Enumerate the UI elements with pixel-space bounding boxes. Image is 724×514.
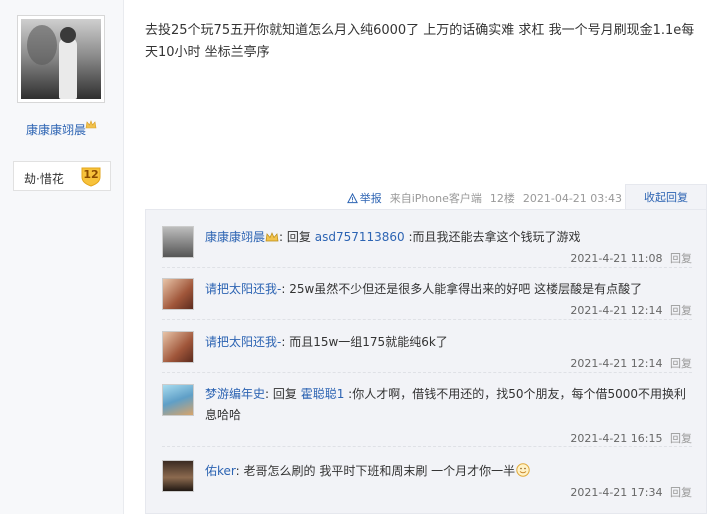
- reply-meta: 2021-4-21 12:14 回复: [570, 355, 692, 371]
- reply-divider: [162, 319, 692, 320]
- reply-panel: 康康康翊晨: 回复 asd757113860 :而且我还能去拿这个钱玩了游戏 2…: [145, 209, 707, 514]
- reply-body: 康康康翊晨: 回复 asd757113860 :而且我还能去拿这个钱玩了游戏: [205, 230, 581, 244]
- reply-avatar[interactable]: [162, 331, 194, 363]
- reply-meta: 2021-4-21 17:34 回复: [570, 484, 692, 500]
- reply-button[interactable]: 回复: [670, 252, 692, 265]
- reply-username[interactable]: 梦游编年史: [205, 387, 265, 401]
- badge-level-icon: 12: [80, 165, 102, 187]
- crown-icon: [85, 120, 97, 129]
- reply-meta: 2021-4-21 11:08 回复: [570, 250, 692, 266]
- reply-time: 2021-4-21 12:14: [570, 357, 663, 370]
- warning-icon: [346, 192, 358, 203]
- reply-avatar[interactable]: [162, 384, 194, 416]
- report-label: 举报: [359, 192, 382, 205]
- post-content: 去投25个玩75五开你就知道怎么月入纯6000了 上万的话确实难 求杠 我一个号…: [145, 23, 695, 60]
- reply-text: :而且我还能去拿这个钱玩了游戏: [404, 230, 581, 244]
- reply-time: 2021-4-21 12:14: [570, 304, 663, 317]
- crown-icon: [265, 232, 279, 242]
- reply-button[interactable]: 回复: [670, 304, 692, 317]
- reply-text: : 老哥怎么刷的 我平时下班和周末刷 一个月才你一半: [235, 464, 516, 478]
- reply-button[interactable]: 回复: [670, 486, 692, 499]
- reply-target-user[interactable]: 霍聪聪1: [301, 387, 345, 401]
- reply-text: : 25w虽然不少但还是很多人能拿得出来的好吧 这楼层酸是有点酸了: [281, 282, 643, 296]
- reply-word: 回复: [272, 387, 297, 401]
- reply-body: 梦游编年史: 回复 霍聪聪1 :你人才啊，借钱不用还的，找50个朋友，每个借50…: [205, 387, 687, 422]
- post-client: 来自iPhone客户端: [389, 192, 482, 205]
- reply-body: 请把太阳还我-: 而且15w一组175就能纯6k了: [205, 332, 695, 353]
- reply-avatar[interactable]: [162, 278, 194, 310]
- author-username[interactable]: 康康康翊晨: [26, 121, 86, 138]
- badge-name: 劫·惜花: [24, 172, 64, 186]
- member-badge[interactable]: 劫·惜花 12: [13, 161, 111, 191]
- reply-username[interactable]: 佑ker: [205, 464, 236, 478]
- author-avatar-image: [21, 19, 101, 99]
- reply-time: 2021-4-21 16:15: [570, 432, 663, 445]
- reply-body: 佑ker: 老哥怎么刷的 我平时下班和周末刷 一个月才你一半: [205, 461, 695, 482]
- reply-time: 2021-4-21 11:08: [570, 252, 663, 265]
- post-floor: 12楼: [489, 192, 515, 205]
- post-datetime: 2021-04-21 03:43: [522, 191, 622, 205]
- author-sidebar: 康康康翊晨 劫·惜花 12: [0, 0, 124, 514]
- reply-word: 回复: [286, 230, 311, 244]
- reply-username[interactable]: 请把太阳还我-: [205, 282, 281, 296]
- reply-username[interactable]: 康康康翊晨: [205, 230, 265, 244]
- reply-avatar[interactable]: [162, 460, 194, 492]
- author-avatar[interactable]: [17, 15, 105, 103]
- post-tail: 举报 来自iPhone客户端 12楼 2021-04-21 03:43: [346, 190, 622, 206]
- reply-username[interactable]: 请把太阳还我-: [205, 335, 281, 349]
- reply-button[interactable]: 回复: [670, 432, 692, 445]
- reply-body: 请把太阳还我-: 25w虽然不少但还是很多人能拿得出来的好吧 这楼层酸是有点酸了: [205, 279, 695, 300]
- reply-meta: 2021-4-21 12:14 回复: [570, 302, 692, 318]
- reply-divider: [162, 267, 692, 268]
- reply-text: : 而且15w一组175就能纯6k了: [281, 335, 448, 349]
- badge-level-number: 12: [83, 168, 99, 181]
- reply-divider: [162, 446, 692, 447]
- reply-meta: 2021-4-21 16:15 回复: [570, 430, 692, 446]
- report-link[interactable]: 举报: [346, 190, 382, 206]
- reply-target-user[interactable]: asd757113860: [315, 230, 405, 244]
- smile-emoji-icon: [516, 463, 530, 477]
- reply-divider: [162, 372, 692, 373]
- reply-button[interactable]: 回复: [670, 357, 692, 370]
- reply-time: 2021-4-21 17:34: [570, 486, 663, 499]
- reply-avatar[interactable]: [162, 226, 194, 258]
- collapse-replies-button[interactable]: 收起回复: [625, 184, 707, 210]
